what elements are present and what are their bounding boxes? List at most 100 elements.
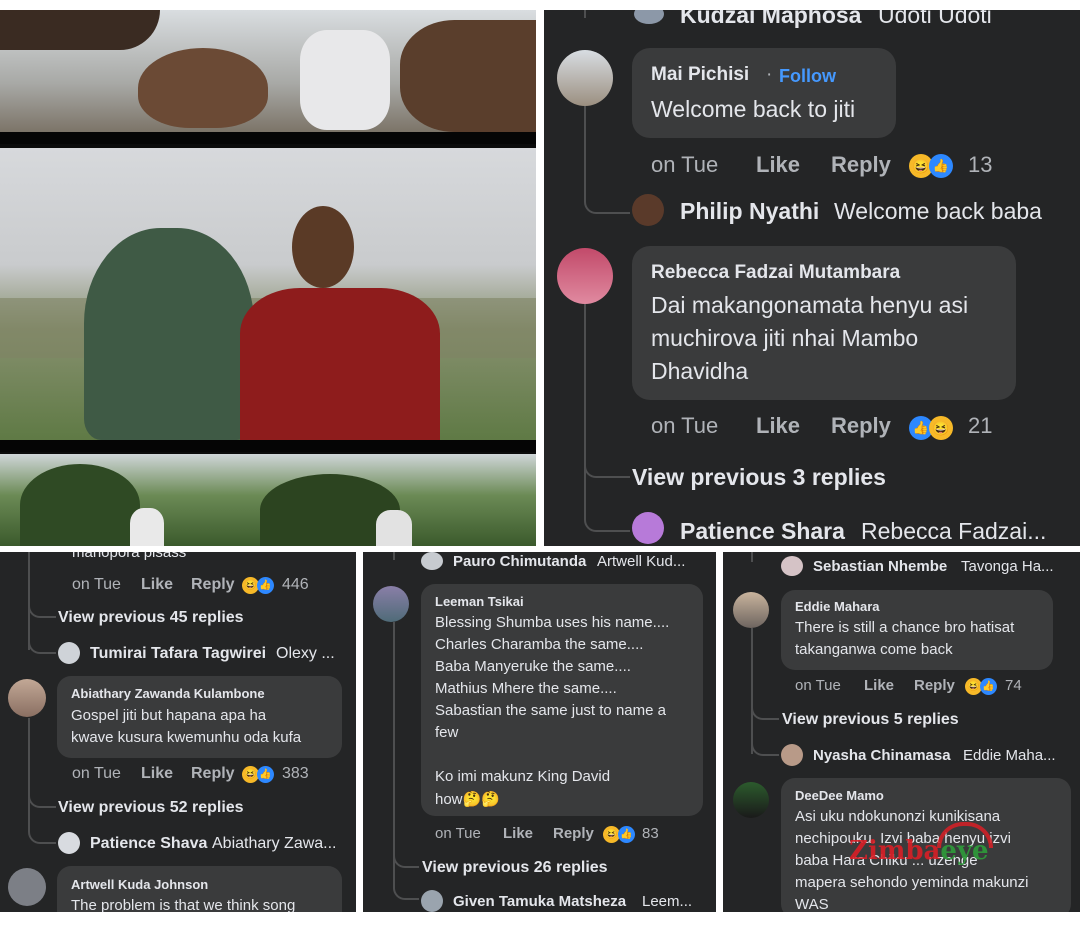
reply-author[interactable]: Patience Shara	[680, 518, 845, 545]
view-previous-replies[interactable]: View previous 52 replies	[58, 799, 244, 817]
avatar[interactable]	[781, 556, 803, 576]
reply-author[interactable]: Tumirai Tafara Tagwirei	[90, 645, 266, 663]
comment-text-line: how🤔🤔	[435, 791, 500, 808]
comment-text-line: few	[435, 724, 459, 741]
reply-author[interactable]: Kudzai Maphosa	[680, 10, 861, 29]
view-previous-replies[interactable]: View previous 5 replies	[782, 711, 959, 729]
reply-text: Leem...	[642, 893, 693, 910]
reply-text: Tavonga Ha...	[961, 558, 1054, 575]
comment-time: on Tue	[72, 765, 121, 782]
like-button[interactable]: Like	[756, 152, 800, 178]
avatar[interactable]	[632, 194, 664, 226]
still-frame-3	[0, 454, 536, 546]
thread-line	[584, 490, 630, 532]
comment-author[interactable]: Eddie Mahara	[795, 599, 880, 614]
reply-text: Welcome back baba	[834, 198, 1042, 224]
comment-text-line: The problem is that we think song	[71, 897, 296, 912]
comment-author[interactable]: Artwell Kuda Johnson	[71, 877, 208, 892]
reply-button[interactable]: Reply	[191, 576, 235, 594]
avatar[interactable]	[733, 782, 769, 818]
dot-separator: ·	[766, 64, 773, 85]
thread-line	[393, 850, 419, 868]
avatar[interactable]	[58, 642, 80, 664]
comment-time: on Tue	[651, 152, 719, 177]
comment-text-line: Dhavidha	[651, 358, 749, 384]
avatar[interactable]	[733, 592, 769, 628]
reply-author[interactable]: Patience Shava	[90, 835, 207, 853]
comment-text-line: Charles Charamba the same....	[435, 636, 644, 653]
avatar[interactable]	[781, 744, 803, 766]
comment-author[interactable]: Rebecca Fadzai Mutambara	[651, 262, 900, 284]
like-button[interactable]: Like	[141, 765, 173, 783]
reply-button[interactable]: Reply	[831, 413, 891, 439]
like-button[interactable]: Like	[756, 413, 800, 439]
reaction-count[interactable]: 83	[642, 825, 659, 842]
reaction-count[interactable]: 446	[282, 576, 309, 594]
letterbox-bar	[0, 132, 536, 144]
reply-author[interactable]: Given Tamuka Matsheza	[453, 893, 626, 910]
avatar[interactable]	[8, 868, 46, 906]
reply-author[interactable]: Philip Nyathi	[680, 198, 819, 225]
like-icon: 👍	[929, 154, 953, 178]
comments-panel-bottom-left: manopora pisass on Tue Like Reply 😆 👍 44…	[0, 552, 356, 912]
comment-author[interactable]: DeeDee Mamo	[795, 788, 884, 803]
view-previous-replies[interactable]: View previous 26 replies	[422, 859, 608, 877]
letterbox-bar	[0, 440, 536, 452]
comment-text-line: Ko imi makunz King David	[435, 768, 611, 785]
reaction-count[interactable]: 13	[968, 152, 992, 178]
haha-icon: 😆	[929, 416, 953, 440]
truncated-comment-text: manopora pisass	[72, 552, 187, 561]
video-stills-photo	[0, 10, 536, 546]
reply-text: Udoti Udoti	[878, 10, 992, 28]
like-button[interactable]: Like	[503, 825, 533, 842]
comment-text-line: WAS	[795, 896, 829, 912]
avatar[interactable]	[421, 890, 443, 912]
reply-button[interactable]: Reply	[553, 825, 594, 842]
reaction-count[interactable]: 383	[282, 765, 309, 783]
reply-button[interactable]: Reply	[831, 152, 891, 178]
reply-text: Abiathary Zawa...	[212, 835, 337, 852]
view-previous-replies[interactable]: View previous 45 replies	[58, 609, 244, 627]
avatar[interactable]	[634, 10, 664, 24]
reply-author[interactable]: Nyasha Chinamasa	[813, 747, 951, 764]
reply-button[interactable]: Reply	[914, 677, 955, 694]
like-button[interactable]: Like	[141, 576, 173, 594]
avatar[interactable]	[632, 512, 664, 544]
comment-text-line: Sabastian the same just to name a	[435, 702, 666, 719]
reply-author[interactable]: Pauro Chimutanda	[453, 553, 586, 570]
avatar[interactable]	[557, 50, 613, 106]
reply-text: Rebecca Fadzai...	[861, 518, 1047, 544]
follow-link[interactable]: Follow	[779, 66, 836, 87]
comment-text-line: Blessing Shumba uses his name....	[435, 614, 670, 631]
thread-line	[28, 818, 56, 844]
avatar[interactable]	[373, 586, 409, 622]
reply-button[interactable]: Reply	[191, 765, 235, 783]
comment-author[interactable]: Mai Pichisi	[651, 64, 749, 86]
comment-bubble	[632, 48, 896, 138]
avatar[interactable]	[421, 552, 443, 570]
reply-text: Artwell Kud...	[597, 553, 686, 570]
thread-line	[584, 450, 630, 478]
still-frame-2	[0, 148, 536, 440]
comment-time: on Tue	[795, 677, 841, 694]
comment-text-line: mapera sehondo yeminda makunzi	[795, 874, 1029, 891]
like-button[interactable]: Like	[864, 677, 894, 694]
thread-line	[28, 600, 56, 618]
avatar[interactable]	[58, 832, 80, 854]
reply-author[interactable]: Sebastian Nhembe	[813, 558, 947, 575]
reaction-count[interactable]: 21	[968, 413, 992, 439]
comment-text-line: Dai makangonamata henyu asi	[651, 292, 969, 318]
avatar[interactable]	[8, 679, 46, 717]
thread-line	[393, 872, 419, 900]
comment-author[interactable]: Leeman Tsikai	[435, 594, 524, 609]
thread-line	[28, 788, 56, 808]
comment-time: on Tue	[72, 576, 121, 593]
view-previous-replies[interactable]: View previous 3 replies	[632, 464, 886, 491]
like-icon: 👍	[257, 577, 274, 594]
thread-line	[751, 732, 779, 756]
comments-panel-top-right: Kudzai Maphosa Udoti Udoti Mai Pichisi ·…	[544, 10, 1080, 546]
reaction-count[interactable]: 74	[1005, 677, 1022, 694]
avatar[interactable]	[557, 248, 613, 304]
like-icon: 👍	[618, 826, 635, 843]
comment-author[interactable]: Abiathary Zawanda Kulambone	[71, 686, 265, 701]
